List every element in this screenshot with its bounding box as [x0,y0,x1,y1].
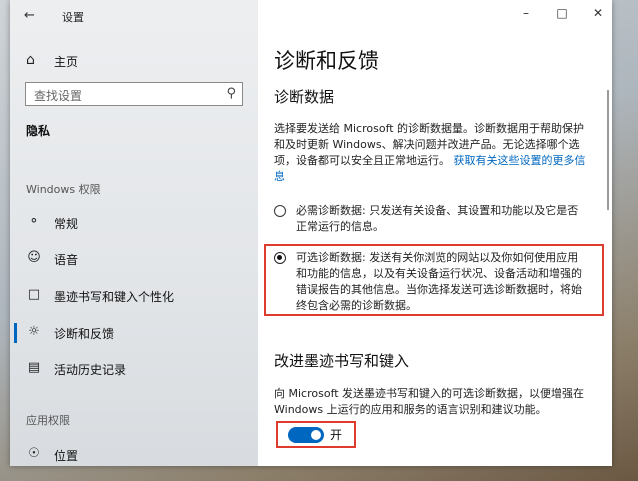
nav-home[interactable]: ⌂ 主页 [10,48,258,74]
sidebar-item-label: 诊断和反馈 [54,327,115,341]
section-heading-diagnostic-data: 诊断数据 [274,88,335,106]
activity-history-icon: ▤ [27,360,41,375]
radio-required-diagnostic[interactable]: 必需诊断数据: 只发送有关设备、其设置和功能以及它是否正常运行的信息。 [274,203,592,237]
sidebar-item-location[interactable]: ☉ 位置 [10,442,258,466]
inking-description: 向 Microsoft 发送墨迹书写和键入的可选诊断数据，以便增强在 Windo… [274,387,585,416]
location-icon: ☉ [28,446,40,461]
radio-required-label: 必需诊断数据: 只发送有关设备、其设置和功能以及它是否正常运行的信息。 [296,204,579,233]
sidebar-item-activity-history[interactable]: ▤ 活动历史记录 [10,356,258,382]
scrollbar[interactable] [607,90,609,210]
radio-button-selected[interactable] [274,252,286,264]
inking-toggle[interactable] [288,427,324,443]
radio-optional-diagnostic[interactable]: 可选诊断数据: 发送有关你浏览的网站以及你如何使用应用和功能的信息，以及有关设备… [274,250,592,312]
sidebar-item-diagnostics[interactable]: ☼ 诊断和反馈 [10,320,258,346]
sidebar-item-inking[interactable]: □ 墨迹书写和键入个性化 [10,283,258,309]
lock-icon: ⚬ [28,214,40,229]
sidebar-item-label: 语音 [54,253,79,267]
sidebar-item-label: 常规 [54,217,79,231]
search-icon: ⚲ [226,86,236,101]
section-heading-inking: 改进墨迹书写和键入 [274,352,410,370]
handwriting-icon: □ [27,287,41,302]
title-bar: ← 设置 [10,0,258,32]
search-placeholder: 查找设置 [34,89,83,103]
radio-button[interactable] [274,205,286,217]
sidebar-item-speech[interactable]: ☺ 语音 [10,246,258,272]
search-input[interactable]: 查找设置 ⚲ [25,82,243,106]
sidebar-item-general[interactable]: ⚬ 常规 [10,210,258,236]
group-label-app-permissions: 应用权限 [26,414,70,427]
speech-icon: ☺ [27,250,41,265]
page-title: 诊断和反馈 [274,49,379,73]
settings-window: ← 设置 ⌂ 主页 查找设置 ⚲ 隐私 Windows 权限 ⚬ 常规 ☺ 语音… [10,0,612,466]
main-content: – □ ✕ 诊断和反馈 诊断数据 选择要发送给 Microsoft 的诊断数据量… [258,0,612,466]
group-label-windows-permissions: Windows 权限 [26,183,101,196]
section-title-privacy: 隐私 [26,124,51,138]
sidebar-item-label: 活动历史记录 [54,363,127,377]
window-title: 设置 [62,11,84,24]
toggle-label: 开 [330,428,343,442]
diagnostics-icon: ☼ [28,324,40,339]
sidebar-item-label: 墨迹书写和键入个性化 [54,290,175,304]
back-arrow-icon[interactable]: ← [24,8,35,23]
home-icon: ⌂ [26,52,35,68]
maximize-icon[interactable]: □ [550,6,574,20]
close-icon[interactable]: ✕ [586,6,610,20]
diagnostic-description: 选择要发送给 Microsoft 的诊断数据量。诊断数据用于帮助保护和及时更新 … [274,121,592,185]
sidebar: ← 设置 ⌂ 主页 查找设置 ⚲ 隐私 Windows 权限 ⚬ 常规 ☺ 语音… [10,0,258,466]
minimize-icon[interactable]: – [514,6,538,20]
nav-home-label: 主页 [54,55,79,69]
radio-optional-label: 可选诊断数据: 发送有关你浏览的网站以及你如何使用应用和功能的信息，以及有关设备… [296,251,582,312]
sidebar-item-label: 位置 [54,449,79,463]
